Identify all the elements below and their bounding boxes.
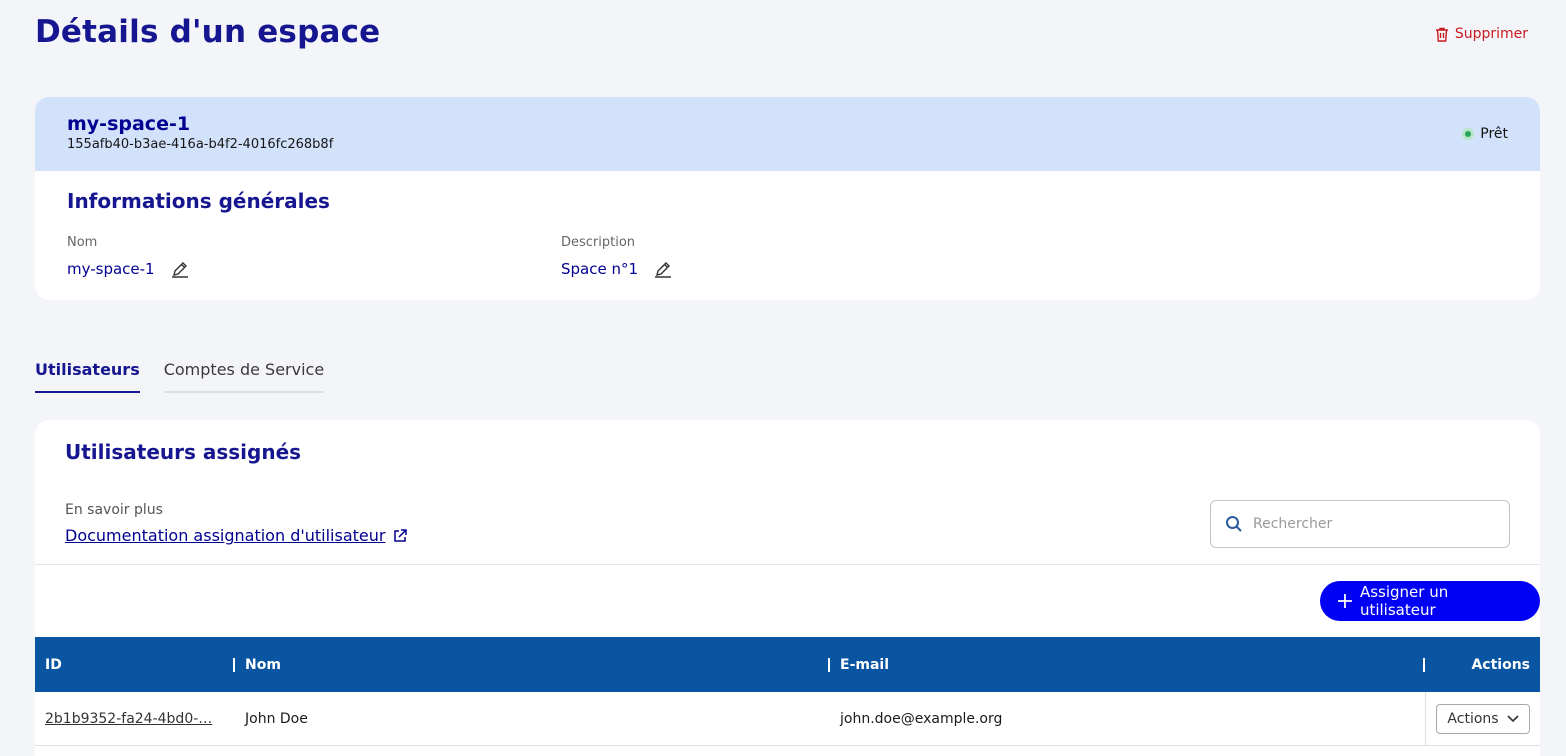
space-name: my-space-1	[67, 113, 191, 135]
column-resize-handle[interactable]	[1423, 658, 1425, 672]
edit-name-icon[interactable]	[171, 260, 189, 278]
chevron-down-icon	[1506, 715, 1519, 723]
column-header-actions: Actions	[1471, 656, 1530, 673]
name-label: Nom	[67, 235, 98, 250]
status-dot-icon	[1462, 128, 1475, 140]
tab-service-accounts[interactable]: Comptes de Service	[163, 360, 325, 393]
learn-more-label: En savoir plus	[65, 502, 163, 518]
space-card: my-space-1 155afb40-b3ae-416a-b4f2-4016f…	[35, 97, 1540, 300]
page-title: Détails d'un espace	[35, 14, 381, 50]
divider	[35, 564, 1540, 565]
users-table: ID Nom E-mail Actions 2b1b9352-fa24-4bd0…	[35, 637, 1540, 746]
plus-icon	[1338, 594, 1352, 608]
name-value: my-space-1	[67, 260, 155, 278]
row-actions-label: Actions	[1447, 711, 1499, 727]
tabs: Utilisateurs Comptes de Service	[35, 360, 325, 393]
column-header-email[interactable]: E-mail	[840, 637, 889, 692]
status-label: Prêt	[1480, 126, 1508, 142]
edit-description-icon[interactable]	[654, 260, 672, 278]
search-icon	[1226, 516, 1242, 532]
description-label: Description	[561, 235, 636, 250]
column-header-id[interactable]: ID	[45, 637, 62, 692]
documentation-link-label: Documentation assignation d'utilisateur	[65, 526, 386, 545]
users-title: Utilisateurs assignés	[65, 440, 302, 464]
name-field: Nom my-space-1	[67, 235, 189, 278]
table-header: ID Nom E-mail Actions	[35, 637, 1540, 692]
description-field: Description Space n°1	[561, 235, 672, 278]
row-actions-button[interactable]: Actions	[1436, 704, 1530, 734]
row-email: john.doe@example.org	[840, 711, 1003, 727]
search-input[interactable]	[1253, 516, 1483, 532]
documentation-link[interactable]: Documentation assignation d'utilisateur	[65, 526, 408, 545]
status-badge: Prêt	[1462, 126, 1508, 142]
column-resize-handle[interactable]	[233, 658, 235, 672]
external-link-icon	[394, 528, 408, 542]
trash-icon	[1435, 27, 1448, 42]
tab-users[interactable]: Utilisateurs	[35, 360, 140, 393]
assign-user-label: Assigner un utilisateur	[1359, 583, 1449, 619]
users-card: Utilisateurs assignés En savoir plus Doc…	[35, 420, 1540, 756]
row-actions-cell: Actions	[1425, 692, 1540, 746]
column-header-name[interactable]: Nom	[245, 637, 281, 692]
general-info-title: Informations générales	[67, 189, 330, 213]
table-row: 2b1b9352-fa24-4bd0-… John Doe john.doe@e…	[35, 692, 1540, 746]
description-value: Space n°1	[561, 260, 639, 278]
row-name: John Doe	[245, 711, 308, 727]
delete-label: Supprimer	[1454, 26, 1528, 42]
row-id-link[interactable]: 2b1b9352-fa24-4bd0-…	[45, 692, 212, 746]
space-header: my-space-1 155afb40-b3ae-416a-b4f2-4016f…	[35, 97, 1540, 171]
space-id: 155afb40-b3ae-416a-b4f2-4016fc268b8f	[67, 137, 334, 152]
assign-user-button[interactable]: Assigner un utilisateur	[1320, 581, 1540, 621]
delete-button[interactable]: Supprimer	[1435, 26, 1528, 42]
search-field[interactable]	[1210, 500, 1510, 548]
column-resize-handle[interactable]	[828, 658, 830, 672]
